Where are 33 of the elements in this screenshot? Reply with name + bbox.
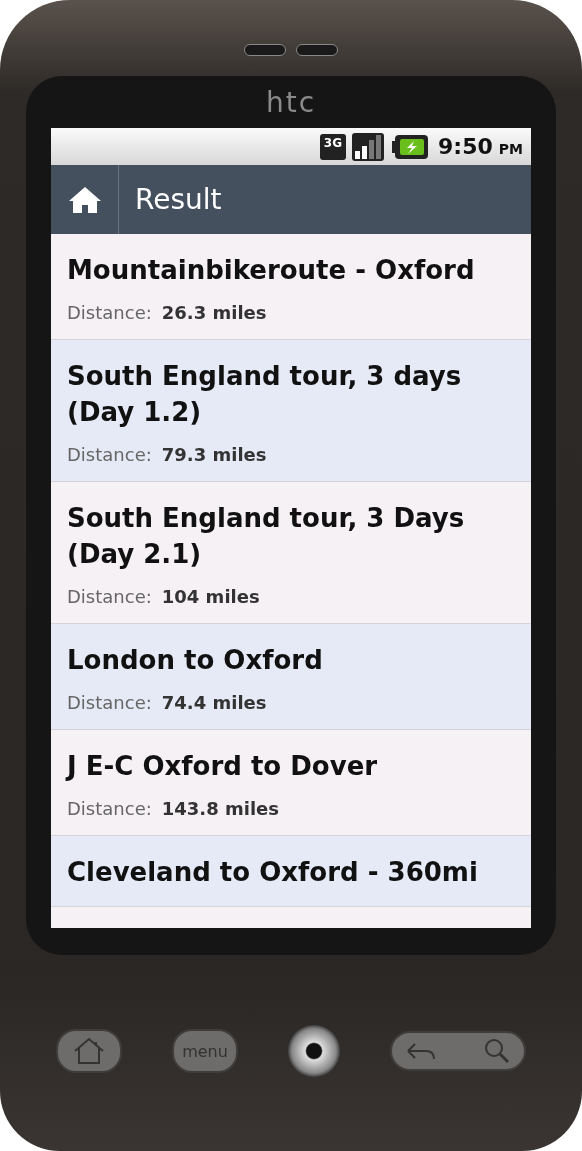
speaker-grille [244, 44, 286, 56]
route-title: Cleveland to Oxford - 360mi [67, 856, 479, 889]
distance-label: Distance: [67, 444, 152, 465]
home-key[interactable] [56, 1029, 122, 1073]
route-title: J E-C Oxford to Dover [67, 750, 379, 783]
distance-label: Distance: [67, 692, 152, 713]
clock-period: PM [498, 141, 523, 157]
signal-icon [352, 132, 385, 161]
distance-label: Distance: [67, 302, 152, 323]
route-item[interactable]: London to Oxford Distance: 74.4 miles [51, 624, 531, 730]
screen-title: Result [134, 183, 222, 216]
distance-value: 104 miles [161, 586, 260, 607]
route-title: London to Oxford [67, 644, 324, 677]
distance-value: 26.3 miles [161, 302, 267, 323]
clock: 9:50 [438, 134, 493, 159]
distance-value: 143.8 miles [161, 798, 279, 819]
battery-charging-icon [392, 134, 429, 159]
back-icon [406, 1041, 436, 1061]
brand-logo: htc [265, 88, 317, 118]
distance-value: 74.4 miles [161, 692, 267, 713]
distance-label: Distance: [67, 586, 152, 607]
network-indicator: 3G [319, 133, 347, 160]
distance-value: 79.3 miles [161, 444, 267, 465]
route-item[interactable]: South England tour, 3 days (Day 1.2) Distance: 79.3 miles [51, 340, 531, 482]
route-title: South England tour, 3 days (Day 1.2) [67, 360, 463, 429]
route-title: Mountainbikeroute - Oxford [67, 254, 476, 287]
back-search-key[interactable] [390, 1031, 526, 1071]
route-item[interactable]: Cleveland to Oxford - 360mi [51, 836, 531, 907]
trackball[interactable] [288, 1025, 340, 1077]
speaker-grille [296, 44, 338, 56]
distance-label: Distance: [67, 798, 152, 819]
route-title: South England tour, 3 Days (Day 2.1) [67, 502, 466, 571]
search-icon [484, 1038, 510, 1064]
